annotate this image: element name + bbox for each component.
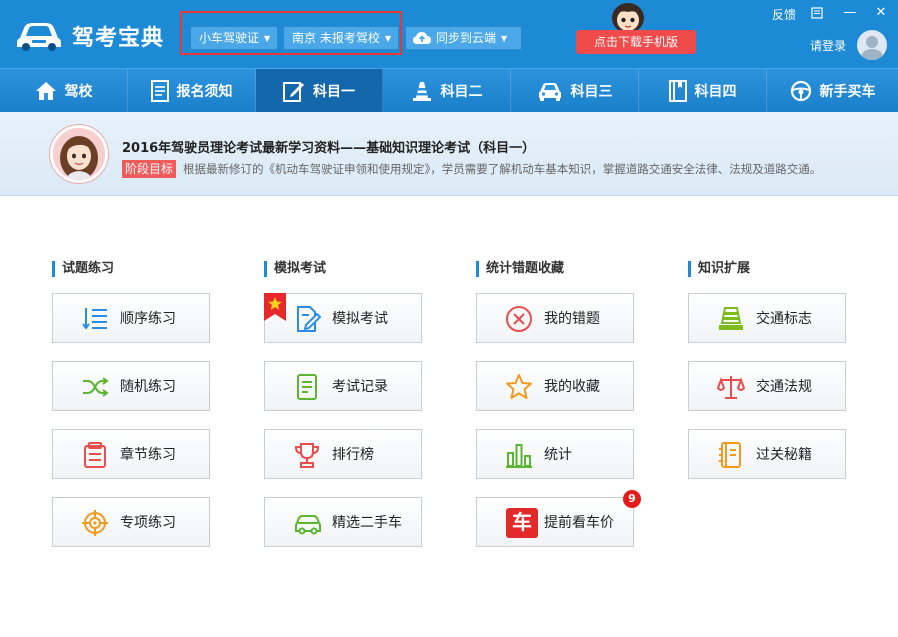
record-icon <box>297 374 317 400</box>
pass-secrets-button[interactable]: 过关秘籍 <box>688 429 846 479</box>
nav-item-subject-one[interactable]: 科目一 <box>256 69 383 113</box>
dropdown-arrow-icon: ▼ <box>384 34 391 43</box>
banner-title: 2016年驾驶员理论考试最新学习资料——基础知识理论考试（科目一） <box>122 141 536 156</box>
tile-label: 我的收藏 <box>544 379 600 395</box>
tile-label: 交通法规 <box>756 379 812 395</box>
school-dropdown-label: 南京 未报考驾校 <box>292 31 380 45</box>
nav-item-buy-car[interactable]: 新手买车 <box>767 69 898 113</box>
secret-book-icon <box>719 442 741 468</box>
section-title-practice: 试题练习 <box>52 261 114 277</box>
tile-label: 过关秘籍 <box>756 447 812 463</box>
tile-label: 我的错题 <box>544 311 600 327</box>
login-link[interactable]: 请登录 <box>810 37 846 54</box>
user-avatar-icon[interactable] <box>857 30 887 60</box>
nav-item-label: 报名须知 <box>176 84 233 100</box>
title-bar: 驾考宝典 小车驾驶证 ▼ 南京 未报考驾校 ▼ 同步到云端 ▼ 点击下载手机版 反馈 … <box>0 0 898 68</box>
traffic-sign-icon <box>719 307 743 330</box>
chapter-practice-button[interactable]: 章节练习 <box>52 429 210 479</box>
sync-cloud-label: 同步到云端 <box>436 31 497 45</box>
edit-icon <box>283 82 304 102</box>
close-icon[interactable]: ✕ <box>870 4 892 22</box>
shuffle-icon <box>83 377 109 397</box>
bar-chart-icon <box>506 444 532 468</box>
my-wrong-answers-button[interactable]: 我的错题 <box>476 293 634 343</box>
special-practice-button[interactable]: 专项练习 <box>52 497 210 547</box>
exam-edit-icon <box>297 306 321 332</box>
steering-wheel-icon <box>790 80 811 102</box>
tile-label: 统计 <box>544 447 572 463</box>
nav-item-label: 科目三 <box>570 84 613 100</box>
recommend-ribbon-icon <box>264 293 286 321</box>
nav-item-subject-three[interactable]: 科目三 <box>511 69 639 113</box>
random-practice-button[interactable]: 随机练习 <box>52 361 210 411</box>
trophy-icon <box>294 443 320 468</box>
leaderboard-button[interactable]: 排行榜 <box>264 429 422 479</box>
exam-record-button[interactable]: 考试记录 <box>264 361 422 411</box>
tile-label: 专项练习 <box>120 515 176 531</box>
nav-item-driving-school[interactable]: 驾校 <box>0 69 128 113</box>
tile-label: 精选二手车 <box>332 515 402 531</box>
dropdown-arrow-icon: ▼ <box>501 34 508 43</box>
tile-label: 随机练习 <box>120 379 176 395</box>
section-title-mock-exam: 模拟考试 <box>264 261 326 277</box>
minimize-icon[interactable]: — <box>839 4 861 22</box>
tile-label: 提前看车价 <box>544 515 614 531</box>
notification-badge: 9 <box>623 490 641 508</box>
section-title-knowledge: 知识扩展 <box>688 261 750 277</box>
home-icon <box>35 82 56 100</box>
tile-label: 考试记录 <box>332 379 388 395</box>
used-car-button[interactable]: 精选二手车 <box>264 497 422 547</box>
nav-item-subject-four[interactable]: 科目四 <box>639 69 767 113</box>
sync-cloud-button[interactable]: 同步到云端 ▼ <box>405 26 522 50</box>
license-dropdown[interactable]: 小车驾驶证 ▼ <box>190 26 278 50</box>
cloud-upload-icon <box>413 31 431 44</box>
wrong-icon <box>506 306 532 332</box>
download-mobile-button[interactable]: 点击下载手机版 <box>576 30 696 54</box>
target-icon <box>82 510 108 536</box>
tile-label: 模拟考试 <box>332 311 388 327</box>
book-icon <box>668 80 687 102</box>
nav-item-label: 科目四 <box>694 84 737 100</box>
main-nav: 驾校 报名须知 科目一 科目二 科目三 科目四 新手买车 <box>0 68 898 113</box>
traffic-law-button[interactable]: 交通法规 <box>688 361 846 411</box>
dropdown-arrow-icon: ▼ <box>264 34 271 43</box>
nav-item-registration[interactable]: 报名须知 <box>128 69 256 113</box>
nav-item-subject-two[interactable]: 科目二 <box>383 69 511 113</box>
stage-goal-tag: 阶段目标 <box>122 160 177 178</box>
tile-label: 排行榜 <box>332 447 374 463</box>
license-dropdown-label: 小车驾驶证 <box>199 31 260 45</box>
section-title-stats: 统计错题收藏 <box>476 261 564 277</box>
car-price-button[interactable]: 车 提前看车价 9 <box>476 490 641 547</box>
sequential-practice-button[interactable]: 顺序练习 <box>52 293 210 343</box>
nav-item-label: 驾校 <box>64 84 93 100</box>
feedback-link[interactable]: 反馈 <box>772 6 796 23</box>
traffic-cone-icon <box>412 82 431 101</box>
subject-banner: 2016年驾驶员理论考试最新学习资料——基础知识理论考试（科目一） 阶段目标 根… <box>0 112 898 196</box>
menu-icon[interactable] <box>806 4 828 22</box>
tile-label: 顺序练习 <box>120 311 176 327</box>
nav-item-label: 新手买车 <box>819 84 876 100</box>
nav-item-label: 科目二 <box>440 84 483 100</box>
document-icon <box>150 80 169 102</box>
law-scale-icon <box>717 376 745 399</box>
traffic-signs-button[interactable]: 交通标志 <box>688 293 846 343</box>
my-favorites-button[interactable]: 我的收藏 <box>476 361 634 411</box>
nav-item-label: 科目一 <box>313 84 355 100</box>
car-icon <box>538 83 561 101</box>
statistics-button[interactable]: 统计 <box>476 429 634 479</box>
stage-goal-text: 根据最新修订的《机动车驾驶证申领和使用规定》，学员需要了解机动车基本知识，掌握道… <box>183 162 822 176</box>
instructor-avatar-icon <box>50 125 108 183</box>
tile-label: 交通标志 <box>756 311 812 327</box>
car-price-icon: 车 <box>506 508 538 538</box>
car-logo-icon <box>17 23 61 51</box>
tile-label: 章节练习 <box>120 447 176 463</box>
star-icon <box>506 374 532 399</box>
app-title: 驾考宝典 <box>72 26 165 51</box>
list-icon <box>82 308 107 330</box>
chapter-icon <box>84 442 106 468</box>
school-dropdown[interactable]: 南京 未报考驾校 ▼ <box>283 26 399 50</box>
used-car-icon <box>295 515 321 535</box>
mock-exam-button[interactable]: 模拟考试 <box>264 293 422 343</box>
